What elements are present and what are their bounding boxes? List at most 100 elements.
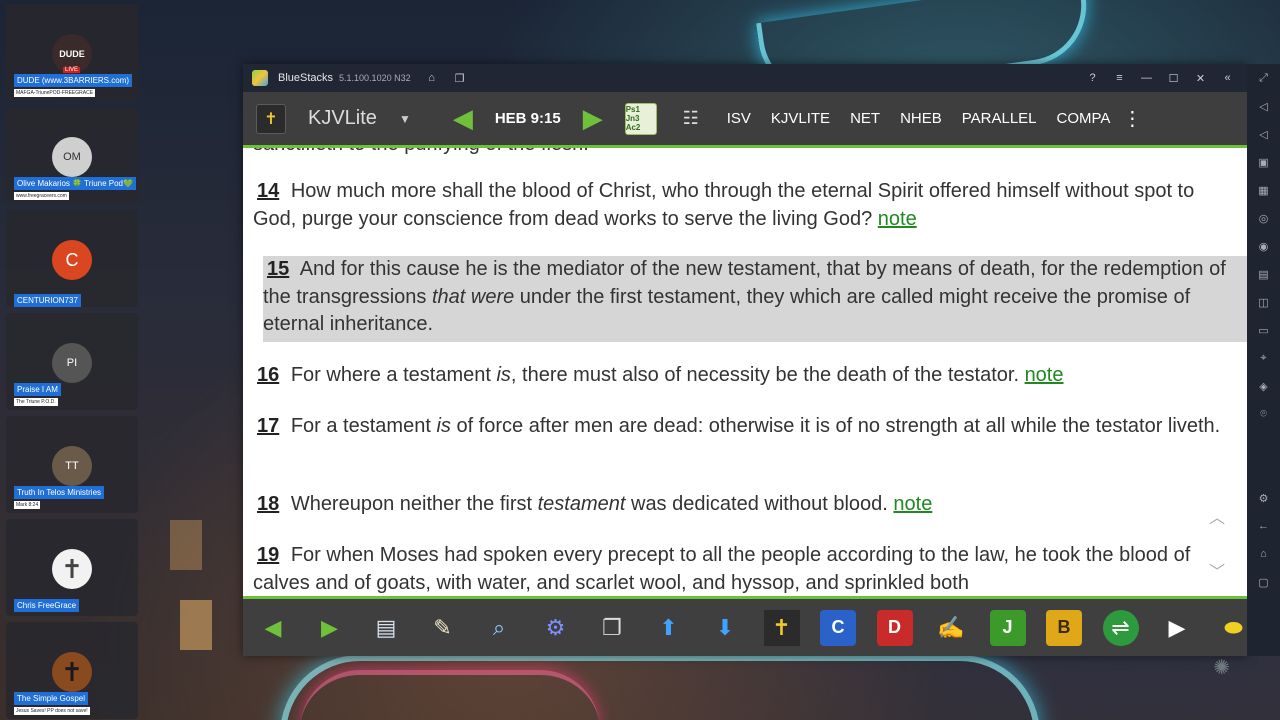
search-icon[interactable]: ⌕ (481, 610, 517, 646)
play-icon[interactable]: ▶ (1159, 610, 1195, 646)
window-title: BlueStacks (278, 72, 334, 84)
participant-card[interactable]: ✝ The Simple Gospel Jesus Saves! PP does… (6, 622, 138, 719)
scroll-up-icon[interactable]: ︿ (1209, 504, 1225, 528)
settings-icon[interactable]: ⚙ (1247, 484, 1280, 512)
volume-up-icon[interactable]: ◁ (1247, 92, 1280, 120)
menu-icon[interactable]: ≡ (1106, 71, 1133, 85)
home-icon[interactable]: ⌂ (425, 71, 439, 85)
verse-text: For when Moses had spoken every precept … (253, 544, 1191, 594)
verse[interactable]: 18 Whereupon neither the first testament… (243, 491, 1243, 519)
screen-record-icon[interactable]: ▦ (1247, 176, 1280, 204)
verse-reference[interactable]: HEB 9:15 (495, 110, 561, 127)
translation-tab[interactable]: NET (850, 110, 880, 127)
collapse-sidebar-icon[interactable]: « (1214, 71, 1241, 85)
verse-number[interactable]: 18 (253, 493, 285, 515)
participant-subtitle: The Triune P.O.D. (14, 398, 58, 406)
avatar-initials: ✝ (61, 553, 83, 584)
verse[interactable]: 19 For when Moses had spoken every prece… (243, 542, 1243, 596)
verse-number[interactable]: 19 (253, 544, 285, 566)
translation-tab[interactable]: COMPA (1057, 110, 1111, 127)
participant-card[interactable]: ✝ Chris FreeGrace (6, 519, 138, 616)
participant-name: Truth In Telos Ministries (14, 486, 105, 499)
folder-icon[interactable]: ▭ (1247, 316, 1280, 344)
eco-mode-icon[interactable]: ⌖ (1247, 344, 1280, 372)
multi-instance-icon[interactable]: ❐ (453, 71, 467, 85)
help-icon[interactable]: ? (1079, 71, 1106, 85)
verse[interactable]: 17 For a testament is of force after men… (243, 413, 1243, 441)
participant-card[interactable]: TT Truth In Telos Ministries Mark 8:24 (6, 416, 138, 513)
verse[interactable]: 16 For where a testament is, there must … (243, 362, 1243, 390)
book-icon[interactable]: B (1046, 609, 1082, 646)
chevron-down-icon[interactable]: ▼ (399, 112, 411, 126)
home-icon[interactable]: ⌂ (1247, 540, 1280, 568)
window-version: 5.1.100.1020 N32 (339, 73, 411, 83)
macro-icon[interactable]: ◎ (1247, 204, 1280, 232)
close-icon[interactable]: ✕ (1187, 71, 1214, 85)
apk-install-icon[interactable]: ▤ (1247, 260, 1280, 288)
bible-text-area[interactable]: sanctifieth to the purifying of the fles… (243, 148, 1247, 596)
journal-icon[interactable]: J (989, 609, 1026, 646)
recent-apps-icon[interactable]: ▢ (1247, 568, 1280, 596)
location-icon[interactable]: ⌾ (1247, 400, 1280, 428)
back-icon[interactable]: ← (1247, 512, 1280, 540)
translation-tab[interactable]: NHEB (900, 110, 942, 127)
commentary-icon[interactable]: C (820, 609, 856, 646)
avatar-initials: DUDE (59, 49, 85, 59)
layers-icon[interactable]: ◈ (1247, 372, 1280, 400)
note-link[interactable]: note (878, 208, 917, 230)
dictionary-icon[interactable]: D (876, 609, 913, 646)
sync-icon[interactable]: ⇌ (1102, 609, 1139, 646)
screenshot-icon[interactable]: ◫ (1247, 288, 1280, 316)
bookmarks-icon[interactable]: ▤ (368, 610, 404, 646)
verse-number[interactable]: 16 (253, 364, 285, 386)
arrow-down-icon[interactable]: ⬇ (707, 610, 743, 646)
gear-icon[interactable]: ⚙ (538, 610, 574, 646)
verse-italic-text: testament (537, 493, 626, 515)
cross-icon: ✝ (52, 549, 92, 589)
notes-icon[interactable]: ✎ (425, 610, 461, 646)
previous-arrow-icon[interactable]: ◀ (453, 103, 473, 134)
bible-icon[interactable]: ✝ (256, 103, 286, 134)
verse[interactable]: 14 How much more shall the blood of Chri… (243, 178, 1243, 233)
participant-subtitle: www.freegraceers.com (14, 192, 69, 200)
back-arrow-icon[interactable]: ◀ (255, 610, 291, 646)
bible-icon[interactable]: ✝ (763, 609, 800, 646)
scroll-down-icon[interactable]: ﹀ (1209, 558, 1225, 582)
verse-number[interactable]: 15 (263, 258, 295, 280)
translation-tab[interactable]: ISV (727, 110, 751, 127)
note-link[interactable]: note (893, 493, 932, 515)
participant-card[interactable]: PI Praise I AM The Triune P.O.D. (6, 313, 138, 410)
verse-highlighted[interactable]: 15 And for this cause he is the mediator… (263, 256, 1247, 342)
bottom-toolbar: ◀ ▶ ▤ ✎ ⌕ ⚙ ❐ ⬆ ⬇ ✝ C D ✍ J B ⇌ ▶ ⬬ (243, 596, 1247, 656)
live-badge: LIVE (63, 67, 81, 73)
verse-number[interactable]: 17 (253, 415, 285, 437)
translation-tab[interactable]: KJVLITE (771, 110, 830, 127)
tag-icon[interactable]: ⬬ (1216, 610, 1248, 646)
participant-card[interactable]: C CENTURION737 (6, 210, 138, 307)
participant-name: DUDE (www.3BARRIERS.com) (14, 74, 133, 87)
verse-number[interactable]: 14 (253, 180, 285, 202)
verse-text: was dedicated without blood. (625, 493, 888, 515)
verse-text: For where a testament (290, 364, 497, 386)
translation-tab[interactable]: PARALLEL (962, 110, 1037, 127)
edit-note-icon[interactable]: ✍ (933, 610, 969, 646)
sync-instances-icon[interactable]: ◉ (1247, 232, 1280, 260)
more-options-icon[interactable]: ⋮ (1122, 106, 1142, 131)
volume-down-icon[interactable]: ◁ (1247, 120, 1280, 148)
forward-arrow-icon[interactable]: ▶ (312, 610, 348, 646)
minimize-icon[interactable]: — (1133, 71, 1160, 85)
fullscreen-icon[interactable]: ⤢ (1247, 64, 1280, 92)
participant-card[interactable]: OM Olive Makarios 🍀 Triune Pod💚 www.free… (6, 107, 138, 204)
app-name[interactable]: KJVLite (308, 107, 377, 130)
maximize-icon[interactable]: ☐ (1160, 71, 1187, 85)
note-link[interactable]: note (1025, 364, 1064, 386)
participant-list: DUDE LIVE DUDE (www.3BARRIERS.com) MAFGA… (6, 4, 138, 720)
next-arrow-icon[interactable]: ▶ (583, 103, 603, 134)
participant-card[interactable]: DUDE LIVE DUDE (www.3BARRIERS.com) MAFGA… (6, 4, 138, 101)
reading-plan-icon[interactable]: Ps1 Jn3 Ac2 (624, 102, 657, 135)
copy-icon[interactable]: ❐ (594, 610, 630, 646)
verse-italic-text: is (436, 415, 451, 437)
arrow-up-icon[interactable]: ⬆ (651, 610, 687, 646)
compare-icon[interactable]: ☷ (675, 103, 707, 135)
keyboard-icon[interactable]: ▣ (1247, 148, 1280, 176)
